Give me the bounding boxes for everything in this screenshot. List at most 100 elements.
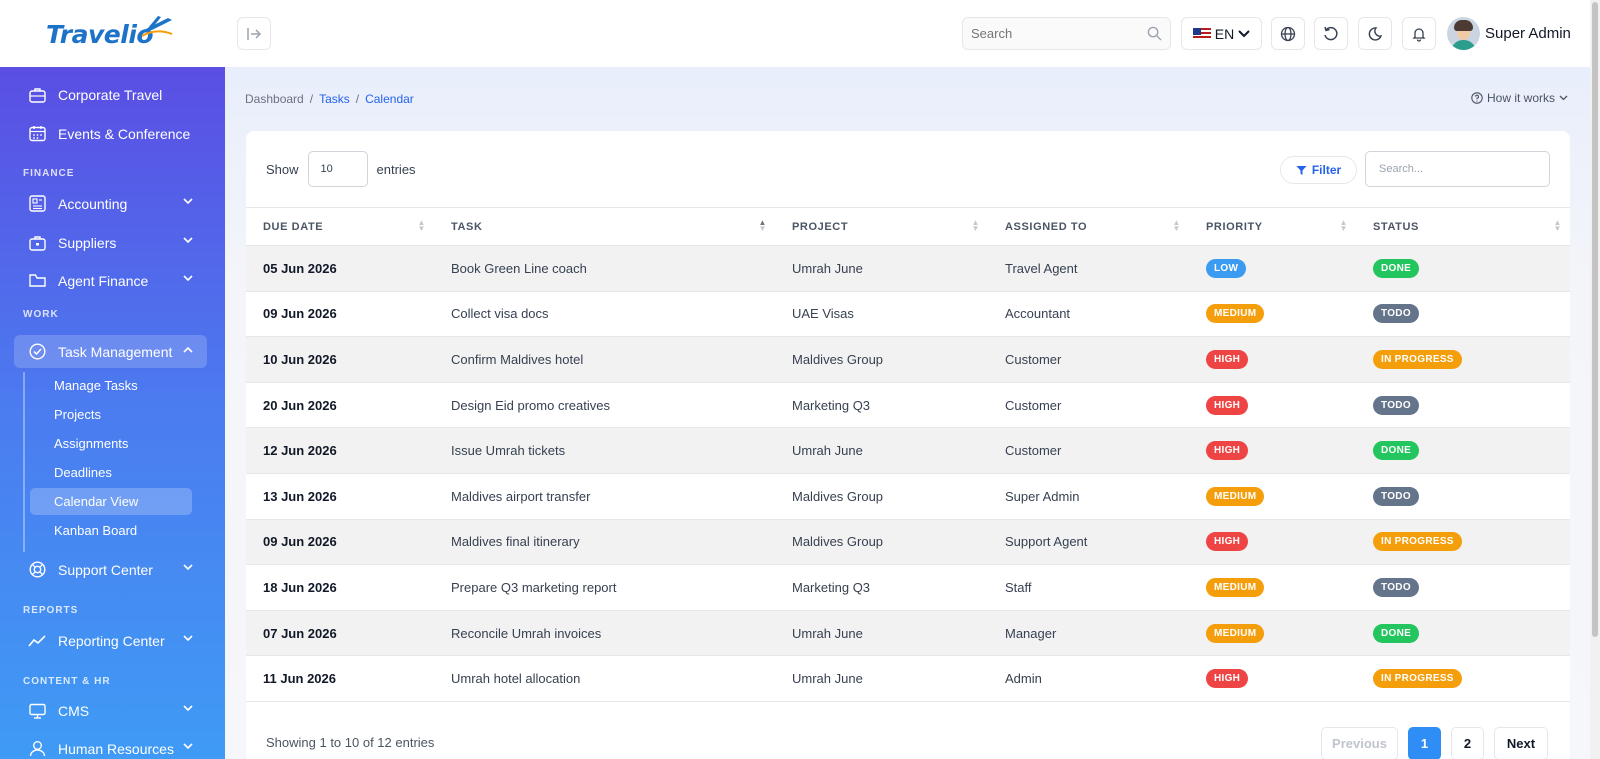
table-row[interactable]: 09 Jun 2026 Collect visa docs UAE Visas Acc…: [246, 291, 1570, 337]
task-cell: Maldives final itinerary: [451, 534, 580, 550]
table-row[interactable]: 05 Jun 2026 Book Green Line coach Umrah Ju…: [246, 245, 1570, 292]
trend-line-icon: [28, 632, 46, 650]
sidebar-item-corporate-travel[interactable]: Corporate Travel: [14, 78, 207, 111]
section-label-content-hr: CONTENT & HR: [23, 676, 111, 687]
priority-badge: MEDIUM: [1206, 577, 1265, 597]
table-row[interactable]: 07 Jun 2026 Reconcile Umrah invoices Umrah…: [246, 610, 1570, 656]
page-2-button[interactable]: 2: [1451, 727, 1484, 759]
chevron-down-icon: [1238, 29, 1250, 37]
sidebar-item-accounting[interactable]: Accounting: [14, 187, 207, 220]
chevron-down-icon: [183, 743, 193, 750]
priority-badge: HIGH: [1206, 395, 1249, 415]
sidebar-subitem-manage-tasks[interactable]: Manage Tasks: [30, 372, 192, 399]
page-1-button[interactable]: 1: [1408, 727, 1441, 759]
show-label: Show: [266, 161, 299, 177]
breadcrumb-calendar[interactable]: Calendar: [365, 92, 414, 106]
status-badge: TODO: [1373, 395, 1419, 415]
entries-select[interactable]: 10: [307, 151, 368, 187]
user-menu[interactable]: Super Admin: [1447, 17, 1571, 50]
table-row[interactable]: 12 Jun 2026 Issue Umrah tickets Umrah June…: [246, 427, 1570, 474]
sidebar-item-label: Agent Finance: [58, 272, 149, 289]
sidebar-item-agent-finance[interactable]: Agent Finance: [14, 264, 207, 297]
refresh-button[interactable]: [1314, 17, 1348, 50]
global-search-input[interactable]: [963, 18, 1133, 49]
table-row[interactable]: 18 Jun 2026 Prepare Q3 marketing report Ma…: [246, 565, 1570, 611]
project-cell: Umrah June: [792, 260, 863, 276]
project-cell: Umrah June: [792, 671, 863, 687]
sidebar-item-cms[interactable]: CMS: [14, 694, 207, 727]
question-circle-icon: [1471, 92, 1483, 104]
task-cell: Reconcile Umrah invoices: [451, 625, 602, 641]
pagination: Previous 1 2 Next: [1321, 727, 1548, 759]
section-label-work: WORK: [23, 309, 59, 320]
globe-button[interactable]: [1271, 17, 1305, 50]
status-badge: TODO: [1373, 486, 1419, 506]
project-cell: UAE Visas: [792, 306, 854, 322]
table-row[interactable]: 13 Jun 2026 Maldives airport transfer Mald…: [246, 473, 1570, 520]
filter-button[interactable]: Filter: [1280, 156, 1357, 184]
priority-badge: HIGH: [1206, 441, 1249, 461]
user-name: Super Admin: [1485, 25, 1571, 42]
assigned-cell: Admin: [1005, 671, 1042, 687]
previous-page-button[interactable]: Previous: [1321, 727, 1398, 759]
language-selector[interactable]: EN: [1181, 17, 1262, 50]
travelio-logo[interactable]: Travelio: [46, 14, 176, 54]
sidebar: Corporate Travel Events & Conference FIN…: [0, 67, 225, 759]
dark-mode-button[interactable]: [1358, 17, 1392, 50]
global-search[interactable]: [962, 17, 1171, 50]
priority-badge: HIGH: [1206, 532, 1249, 552]
priority-badge: HIGH: [1206, 669, 1249, 689]
column-header-status[interactable]: STATUS ▲ ▼: [1356, 208, 1570, 246]
sidebar-item-reporting-center[interactable]: Reporting Center: [14, 624, 207, 657]
breadcrumb-tasks[interactable]: Tasks: [319, 92, 350, 106]
column-header-priority[interactable]: PRIORITY ▲ ▼: [1189, 208, 1356, 246]
sidebar-item-support-center[interactable]: Support Center: [14, 553, 207, 586]
sidebar-item-events-conference[interactable]: Events & Conference: [14, 117, 207, 150]
chevron-down-icon: [1559, 95, 1568, 101]
sidebar-subitem-calendar-view[interactable]: Calendar View: [30, 488, 192, 515]
search-icon[interactable]: [1147, 26, 1162, 41]
globe-icon: [1280, 26, 1296, 41]
table-row[interactable]: 09 Jun 2026 Maldives final itinerary Maldi…: [246, 519, 1570, 565]
entries-summary: Showing 1 to 10 of 12 entries: [266, 735, 435, 750]
sidebar-subitem-projects[interactable]: Projects: [30, 401, 192, 428]
chevron-down-icon: [183, 275, 193, 282]
moon-icon: [1368, 26, 1383, 41]
sidebar-subitem-assignments[interactable]: Assignments: [30, 430, 192, 457]
project-cell: Maldives Group: [792, 488, 884, 504]
assigned-cell: Manager: [1005, 625, 1057, 641]
status-badge: IN PROGRESS: [1373, 669, 1462, 689]
sidebar-subitem-kanban-board[interactable]: Kanban Board: [30, 517, 192, 544]
table-row[interactable]: 11 Jun 2026 Umrah hotel allocation Umrah J…: [246, 656, 1570, 702]
section-label-reports: REPORTS: [23, 605, 79, 616]
sidebar-subitem-label: Manage Tasks: [54, 378, 138, 393]
column-header-task[interactable]: TASK ▲ ▼: [434, 208, 775, 246]
chevron-down-icon: [183, 237, 193, 244]
sidebar-item-task-management[interactable]: Task Management: [14, 335, 207, 368]
column-header-due-date[interactable]: DUE DATE ▲ ▼: [246, 208, 434, 246]
table-search-input[interactable]: Search...: [1365, 151, 1550, 187]
due-date-cell: 12 Jun 2026: [263, 443, 337, 459]
assigned-cell: Customer: [1005, 397, 1062, 413]
column-header-project[interactable]: PROJECT ▲ ▼: [775, 208, 988, 246]
column-header-assigned-to[interactable]: ASSIGNED TO ▲ ▼: [988, 208, 1189, 246]
page-scrollbar[interactable]: [1590, 0, 1600, 759]
table-row[interactable]: 10 Jun 2026 Confirm Maldives hotel Maldive…: [246, 336, 1570, 383]
sort-icon: ▲ ▼: [971, 218, 980, 233]
tasks-card: Show 10 entries Filter Search... DUE DAT…: [246, 131, 1570, 759]
task-cell: Maldives airport transfer: [451, 488, 591, 504]
avatar[interactable]: [1447, 17, 1480, 50]
breadcrumb-dashboard[interactable]: Dashboard: [245, 92, 304, 106]
task-cell: Confirm Maldives hotel: [451, 351, 584, 367]
table-row[interactable]: 20 Jun 2026 Design Eid promo creatives Mar…: [246, 382, 1570, 428]
next-page-button[interactable]: Next: [1494, 727, 1548, 759]
sidebar-item-suppliers[interactable]: Suppliers: [14, 226, 207, 259]
priority-badge: MEDIUM: [1206, 304, 1265, 324]
scrollbar-thumb[interactable]: [1592, 2, 1598, 637]
collapse-sidebar-button[interactable]: [237, 17, 271, 50]
sidebar-item-human-resources[interactable]: Human Resources: [14, 732, 207, 759]
sidebar-subitem-deadlines[interactable]: Deadlines: [30, 459, 192, 486]
notifications-button[interactable]: [1402, 17, 1436, 50]
due-date-cell: 09 Jun 2026: [263, 306, 337, 322]
how-it-works-button[interactable]: How it works: [1471, 91, 1568, 105]
